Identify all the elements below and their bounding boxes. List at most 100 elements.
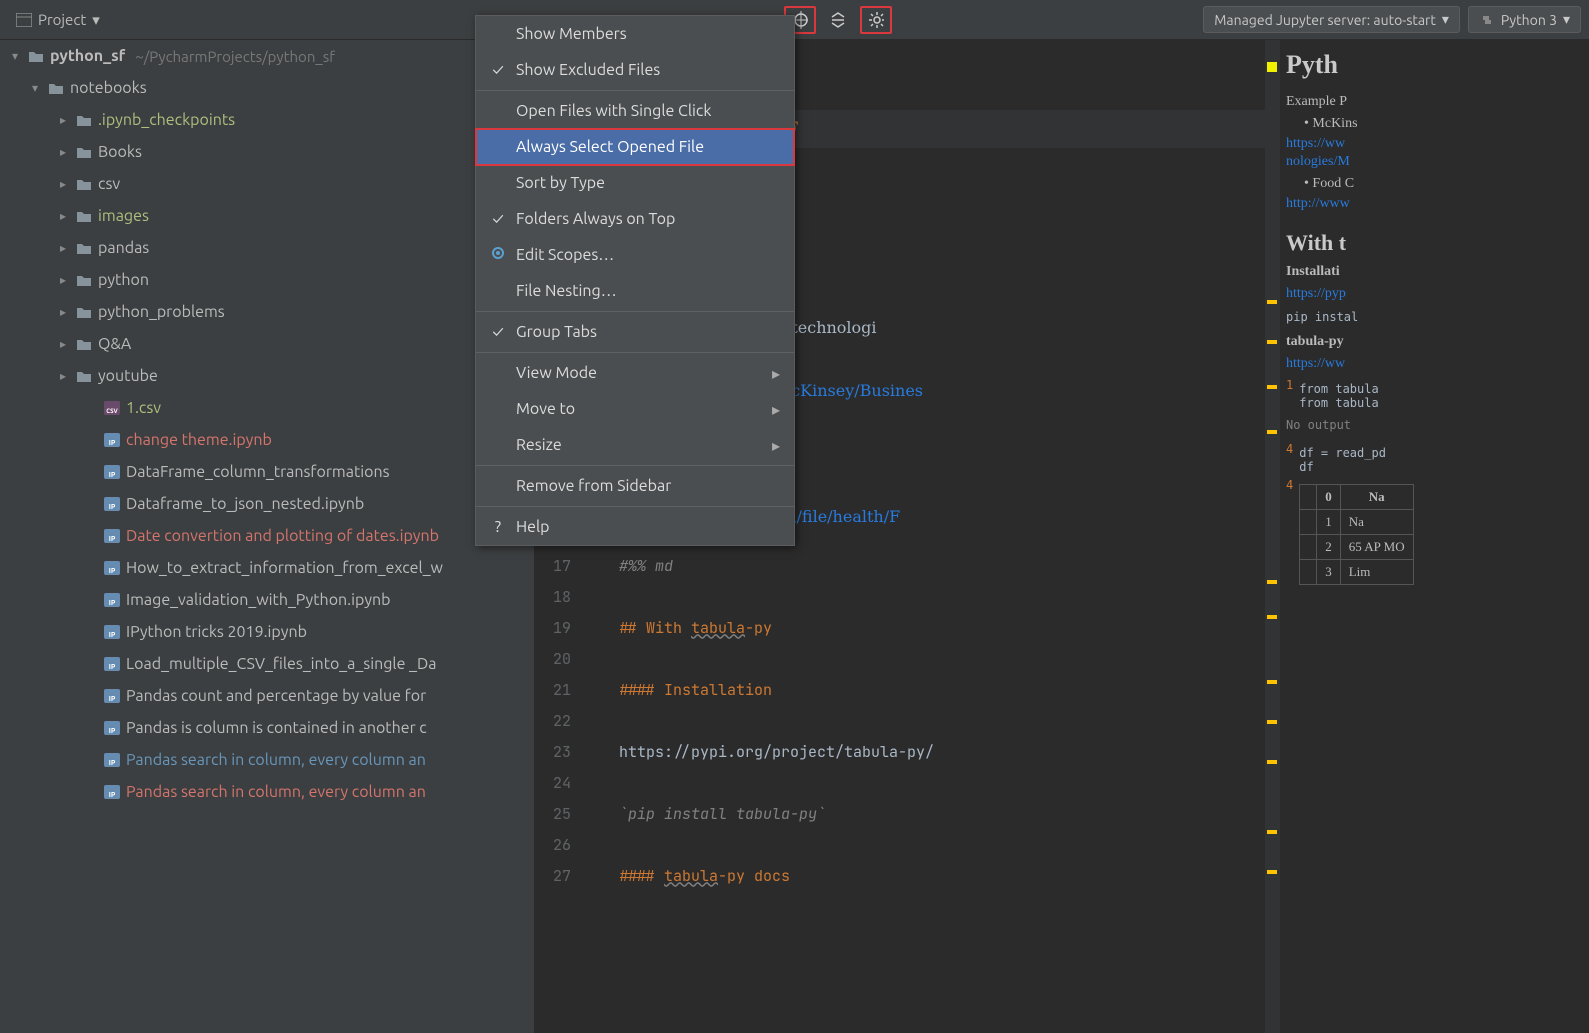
preview-subhead: Example P xyxy=(1286,94,1583,110)
tree-item-label: How_to_extract_information_from_excel_w xyxy=(126,559,443,577)
menu-label: File Nesting… xyxy=(516,282,617,300)
tree-file[interactable]: IPImage_validation_with_Python.ipynb xyxy=(0,584,534,616)
code-line[interactable]: 18 xyxy=(535,581,1279,612)
chevron-down-icon: ▾ xyxy=(1563,11,1570,28)
code-text: #### tabula-py docs xyxy=(583,866,790,886)
preview-link[interactable]: https://ww xyxy=(1286,356,1583,372)
code-line[interactable]: 22 xyxy=(535,705,1279,736)
expand-arrow-icon[interactable]: ▾ xyxy=(28,81,42,95)
ipynb-icon: IP xyxy=(104,497,120,511)
tree-file[interactable]: IPLoad_multiple_CSV_files_into_a_single … xyxy=(0,648,534,680)
code-line[interactable]: 19 ## With tabula-py xyxy=(535,612,1279,643)
line-number: 24 xyxy=(535,773,583,793)
tree-folder[interactable]: ▸youtube xyxy=(0,360,534,392)
tree-folder[interactable]: ▸ python_problems xyxy=(0,296,534,328)
code-line[interactable]: 21 #### Installation xyxy=(535,674,1279,705)
menu-item[interactable]: ?Help xyxy=(476,509,794,545)
menu-item[interactable]: Edit Scopes… xyxy=(476,237,794,273)
menu-label: Move to xyxy=(516,400,575,418)
expand-arrow-icon[interactable]: ▸ xyxy=(56,177,70,191)
code-line[interactable]: 17 #%% md xyxy=(535,550,1279,581)
tree-file[interactable]: CSV1.csv xyxy=(0,392,534,424)
expand-arrow-icon[interactable]: ▾ xyxy=(8,49,22,63)
tree-folder[interactable]: ▸csv xyxy=(0,168,534,200)
tree-file[interactable]: IPchange theme.ipynb xyxy=(0,424,534,456)
menu-item[interactable]: Remove from Sidebar xyxy=(476,468,794,504)
jupyter-server-selector[interactable]: Managed Jupyter server: auto-start ▾ xyxy=(1203,6,1460,33)
submenu-arrow-icon: ▸ xyxy=(772,400,780,419)
menu-item[interactable]: Resize▸ xyxy=(476,427,794,463)
menu-item[interactable]: Move to ▸ xyxy=(476,391,794,427)
menu-item[interactable]: ✓Folders Always on Top xyxy=(476,201,794,237)
menu-item[interactable]: File Nesting… xyxy=(476,273,794,309)
tree-file[interactable]: IPPandas search in column, every column … xyxy=(0,776,534,808)
tree-item-label: Image_validation_with_Python.ipynb xyxy=(126,591,391,609)
tree-folder[interactable]: ▸python xyxy=(0,264,534,296)
tree-file[interactable]: IPHow_to_extract_information_from_excel_… xyxy=(0,552,534,584)
menu-item[interactable]: View Mode▸ xyxy=(476,355,794,391)
tree-file[interactable]: IPDataFrame_column_transformations xyxy=(0,456,534,488)
project-selector[interactable]: Project ▾ xyxy=(8,7,108,33)
expand-arrow-icon[interactable]: ▸ xyxy=(56,241,70,255)
menu-label: Folders Always on Top xyxy=(516,210,675,228)
ipynb-icon: IP xyxy=(104,785,120,799)
preview-link[interactable]: http://www xyxy=(1286,196,1583,212)
menu-item[interactable]: ✓Group Tabs xyxy=(476,314,794,350)
menu-label: Open Files with Single Click xyxy=(516,102,711,120)
interpreter-selector[interactable]: Python 3 ▾ xyxy=(1468,6,1581,33)
expand-arrow-icon[interactable]: ▸ xyxy=(56,273,70,287)
preview-link[interactable]: https://pyp xyxy=(1286,286,1583,302)
menu-item[interactable]: Show Members xyxy=(476,16,794,52)
preview-link[interactable]: nologies/M xyxy=(1286,154,1583,170)
help-icon: ? xyxy=(490,518,506,536)
collapse-icon-button[interactable] xyxy=(822,6,854,34)
expand-arrow-icon[interactable]: ▸ xyxy=(56,113,70,127)
menu-separator xyxy=(476,90,794,91)
gutter-minimap[interactable] xyxy=(1265,40,1279,1033)
tree-folder[interactable]: ▾ notebooks xyxy=(0,72,534,104)
tree-folder[interactable]: ▸Q&A xyxy=(0,328,534,360)
expand-arrow-icon[interactable]: ▸ xyxy=(56,305,70,319)
tree-folder[interactable]: ▸ Books xyxy=(0,136,534,168)
menu-item[interactable]: Open Files with Single Click xyxy=(476,93,794,129)
code-line[interactable]: 23 https://pypi.org/project/tabula-py/ xyxy=(535,736,1279,767)
code-line[interactable]: 20 xyxy=(535,643,1279,674)
tree-item-label: Pandas search in column, every column an xyxy=(126,751,426,769)
tree-item-label: DataFrame_column_transformations xyxy=(126,463,390,481)
tree-file[interactable]: IPIPython tricks 2019.ipynb xyxy=(0,616,534,648)
tree-file[interactable]: IPPandas is column is contained in anoth… xyxy=(0,712,534,744)
ipynb-icon: IP xyxy=(104,625,120,639)
code-text: `pip install tabula-py` xyxy=(583,804,826,824)
expand-arrow-icon[interactable]: ▸ xyxy=(56,209,70,223)
python-icon xyxy=(1479,12,1495,28)
expand-arrow-icon[interactable]: ▸ xyxy=(56,145,70,159)
expand-arrow-icon[interactable]: ▸ xyxy=(56,369,70,383)
tree-item-label: Books xyxy=(98,143,142,161)
preview-bullet: McKins xyxy=(1304,116,1583,132)
menu-item[interactable]: Always Select Opened File xyxy=(476,129,794,165)
tree-folder[interactable]: ▸images xyxy=(0,200,534,232)
tree-file[interactable]: IPDate convertion and plotting of dates.… xyxy=(0,520,534,552)
preview-link[interactable]: https://ww xyxy=(1286,136,1583,152)
no-output: No output xyxy=(1286,414,1583,436)
root-name: python_sf xyxy=(50,47,125,65)
code-line[interactable]: 25 `pip install tabula-py` xyxy=(535,798,1279,829)
code-line[interactable]: 27 #### tabula-py docs xyxy=(535,860,1279,891)
root-path: ~/PycharmProjects/python_sf xyxy=(135,48,335,65)
gear-icon-button[interactable] xyxy=(860,6,892,34)
tree-file[interactable]: IPPandas count and percentage by value f… xyxy=(0,680,534,712)
expand-arrow-icon[interactable]: ▸ xyxy=(56,337,70,351)
menu-item[interactable]: Sort by Type xyxy=(476,165,794,201)
menu-item[interactable]: ✓Show Excluded Files xyxy=(476,52,794,88)
tree-folder[interactable]: ▸pandas xyxy=(0,232,534,264)
tree-item-label: python_problems xyxy=(98,303,225,321)
tree-file[interactable]: IPPandas search in column, every column … xyxy=(0,744,534,776)
tree-file[interactable]: IPDataframe_to_json_nested.ipynb xyxy=(0,488,534,520)
code-text xyxy=(583,587,619,607)
code-line[interactable]: 26 xyxy=(535,829,1279,860)
tree-folder[interactable]: ▸.ipynb_checkpoints xyxy=(0,104,534,136)
settings-context-menu[interactable]: Show Members✓Show Excluded Files Open Fil… xyxy=(475,15,795,546)
tree-root[interactable]: ▾ python_sf ~/PycharmProjects/python_sf xyxy=(0,40,534,72)
project-tree[interactable]: ▾ python_sf ~/PycharmProjects/python_sf … xyxy=(0,40,535,1033)
code-line[interactable]: 24 xyxy=(535,767,1279,798)
